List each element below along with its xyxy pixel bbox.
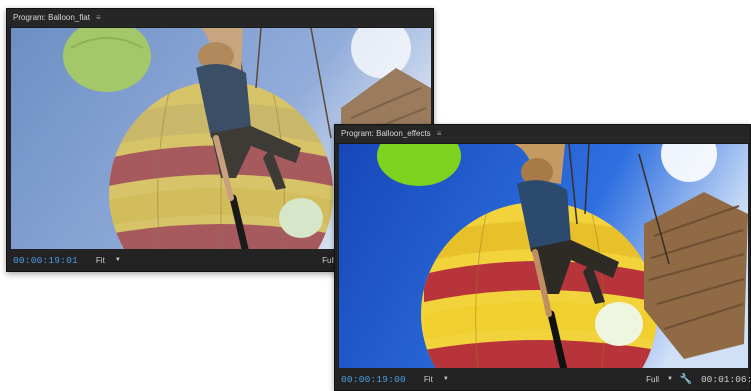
panel-header: Program: Balloon_flat ≡ <box>7 9 433 28</box>
zoom-level-select[interactable]: Fit ▼ <box>424 375 449 384</box>
playback-resolution-label: Full <box>646 374 660 384</box>
panel-title: Program: Balloon_flat <box>13 13 90 22</box>
panel-title: Program: Balloon_effects <box>341 129 431 138</box>
zoom-level-label: Fit <box>95 255 105 265</box>
playback-resolution-select[interactable]: Full ▼ <box>646 375 673 384</box>
chevron-down-icon: ▼ <box>114 257 121 263</box>
chevron-down-icon: ▼ <box>442 376 449 382</box>
zoom-level-label: Fit <box>423 374 433 384</box>
panel-menu-icon[interactable]: ≡ <box>96 9 101 27</box>
wrench-icon[interactable]: 🔧 <box>680 374 692 385</box>
panel-header: Program: Balloon_effects ≡ <box>335 125 750 144</box>
playhead-timecode[interactable]: 00:00:19:01 <box>13 255 78 266</box>
panel-menu-icon[interactable]: ≡ <box>437 125 442 143</box>
video-viewer[interactable] <box>339 144 748 370</box>
playhead-timecode[interactable]: 00:00:19:00 <box>341 374 406 385</box>
chevron-down-icon: ▼ <box>667 376 673 382</box>
program-monitor-effects: Program: Balloon_effects ≡ 00:00:19:00 F… <box>334 124 751 391</box>
video-frame <box>339 144 748 370</box>
duration-timecode: 00:01:06:1 <box>700 373 751 385</box>
monitor-controls: 00:00:19:00 Fit ▼ Full ▼ 🔧 00:01:06:1 <box>335 368 751 390</box>
zoom-level-select[interactable]: Fit ▼ <box>96 256 121 265</box>
